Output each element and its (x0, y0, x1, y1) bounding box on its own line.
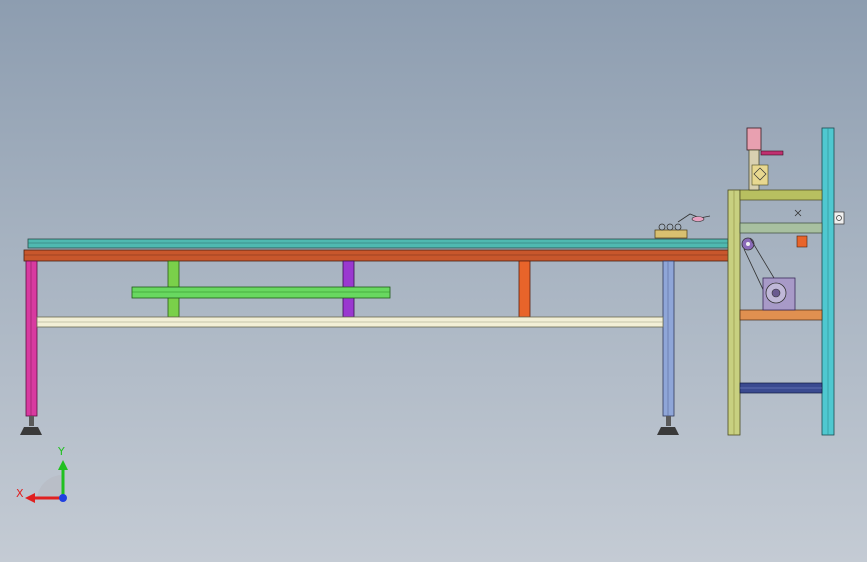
coordinate-triad (25, 460, 68, 503)
right-leg (657, 260, 679, 435)
top-rail (27, 238, 729, 249)
end-frame (727, 127, 845, 436)
gripper-assembly (654, 213, 711, 239)
post-orange (518, 260, 531, 318)
conveyor-bed (23, 238, 731, 262)
under-rail (23, 249, 731, 262)
x-axis-label: X (16, 487, 24, 500)
left-leg (20, 260, 42, 435)
y-axis-label: Y (57, 445, 65, 458)
cad-viewport[interactable]: X Y (0, 0, 867, 562)
crossbar-green (131, 286, 391, 299)
